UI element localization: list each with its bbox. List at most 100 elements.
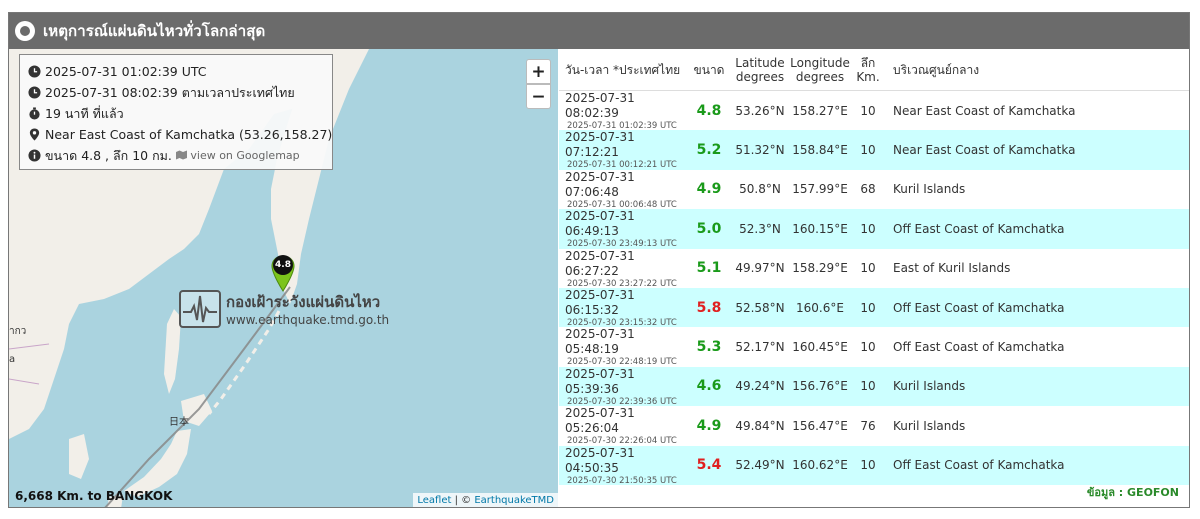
clock-icon xyxy=(28,86,41,99)
header-depth-line1: ลึก xyxy=(860,55,876,70)
row-magnitude: 5.1 xyxy=(696,260,722,277)
table-row[interactable]: 2025-07-31 05:39:36 2025-07-30 22:39:36 U… xyxy=(559,366,1189,407)
source-credit: ข้อมูล : GEOFON xyxy=(1086,486,1179,499)
quake-table: วัน-เวลา *ประเทศไทย ขนาด Latitude degree… xyxy=(559,49,1189,486)
row-time-cell: 2025-07-31 06:49:13 2025-07-30 23:49:13 U… xyxy=(559,209,687,249)
popup-magnitude-line: ขนาด 4.8 , ลึก 10 กม. view on Googlemap xyxy=(28,145,324,166)
row-latitude: 50.8°N xyxy=(739,182,781,197)
timer-icon xyxy=(29,107,40,120)
row-longitude: 158.84°E xyxy=(792,143,848,158)
row-utc-time: 2025-07-30 21:50:35 UTC xyxy=(567,475,677,486)
map-icon xyxy=(175,150,187,160)
row-magnitude: 4.8 xyxy=(696,102,722,119)
header-depth: ลึก Km. xyxy=(851,49,885,90)
distance-to-bangkok: 6,668 Km. to BANGKOK xyxy=(15,489,173,503)
row-magnitude: 5.0 xyxy=(696,220,722,237)
earthquaketmd-link[interactable]: EarthquakeTMD xyxy=(474,495,554,506)
row-magnitude: 4.9 xyxy=(696,181,722,198)
row-time-cell: 2025-07-31 06:27:22 2025-07-30 23:27:22 U… xyxy=(559,248,687,289)
view-googlemap-label: view on Googlemap xyxy=(190,149,300,162)
row-latitude: 52.58°N xyxy=(735,300,785,315)
row-time-cell: 2025-07-31 07:06:48 2025-07-31 00:06:48 U… xyxy=(559,169,687,210)
info-icon xyxy=(28,149,41,162)
watermark-thai: กองเฝ้าระวังแผ่นดินไหว xyxy=(226,293,381,311)
row-region: Off East Coast of Kamchatka xyxy=(893,340,1065,355)
row-local-time: 2025-07-31 07:06:48 xyxy=(565,169,635,199)
map-label-left2: a xyxy=(9,354,16,365)
header-lat-line2: degrees xyxy=(735,69,785,84)
popup-utc-line: 2025-07-31 01:02:39 UTC xyxy=(28,61,324,82)
map-pin-icon xyxy=(29,128,40,141)
row-depth: 10 xyxy=(860,340,876,355)
table-row[interactable]: 2025-07-31 06:27:22 2025-07-30 23:27:22 U… xyxy=(559,248,1189,289)
header-time: วัน-เวลา *ประเทศไทย xyxy=(565,62,681,77)
row-region: Kuril Islands xyxy=(893,182,966,197)
popup-location: Near East Coast of Kamchatka (53.26,158.… xyxy=(45,127,333,142)
row-time-cell: 2025-07-31 08:02:39 2025-07-31 01:02:39 U… xyxy=(559,91,687,131)
map-label-japan: 日本 xyxy=(169,417,189,428)
clock-icon xyxy=(28,65,41,78)
row-latitude: 52.49°N xyxy=(735,458,785,473)
header-lon-line1: Longitude xyxy=(790,55,850,70)
row-magnitude: 4.9 xyxy=(696,417,722,434)
widget-title: เหตุการณ์แผ่นดินไหวทั่วโลกล่าสุด xyxy=(43,22,266,40)
row-longitude: 160.62°E xyxy=(792,458,848,473)
header-longitude: Longitude degrees xyxy=(789,49,851,90)
attribution-separator: | © xyxy=(451,495,475,506)
popup-utc-time: 2025-07-31 01:02:39 UTC xyxy=(45,64,207,79)
table-row[interactable]: 2025-07-31 06:49:13 2025-07-30 23:49:13 U… xyxy=(559,209,1189,249)
popup-location-line: Near East Coast of Kamchatka (53.26,158.… xyxy=(28,124,332,145)
row-longitude: 156.76°E xyxy=(792,379,848,394)
row-depth: 10 xyxy=(860,103,876,118)
table-row[interactable]: 2025-07-31 04:50:35 2025-07-30 21:50:35 U… xyxy=(559,445,1189,486)
row-latitude: 49.24°N xyxy=(735,379,785,394)
row-magnitude: 5.8 xyxy=(696,299,722,316)
view-googlemap-link[interactable]: view on Googlemap xyxy=(175,149,300,162)
row-latitude: 49.84°N xyxy=(735,418,785,433)
popup-thai-line: 2025-07-31 08:02:39 ตามเวลาประเทศไทย xyxy=(28,82,324,103)
table-row[interactable]: 2025-07-31 07:06:48 2025-07-31 00:06:48 U… xyxy=(559,169,1189,210)
table-row[interactable]: 2025-07-31 05:26:04 2025-07-30 22:26:04 U… xyxy=(559,406,1189,446)
row-local-time: 2025-07-31 06:49:13 xyxy=(565,209,635,239)
row-time-cell: 2025-07-31 07:12:21 2025-07-31 00:12:21 U… xyxy=(559,130,687,170)
row-latitude: 49.97°N xyxy=(735,261,785,276)
row-local-time: 2025-07-31 06:27:22 xyxy=(565,248,635,278)
table-row[interactable]: 2025-07-31 05:48:19 2025-07-30 22:48:19 U… xyxy=(559,327,1189,367)
row-depth: 10 xyxy=(860,458,876,473)
row-region: Off East Coast of Kamchatka xyxy=(893,300,1065,315)
row-magnitude: 4.6 xyxy=(696,378,722,395)
seismograph-logo xyxy=(179,290,221,328)
row-depth: 10 xyxy=(860,379,876,394)
row-longitude: 160.45°E xyxy=(792,340,848,355)
popup-elapsed: 19 นาที ที่แล้ว xyxy=(45,105,124,121)
row-depth: 10 xyxy=(860,300,876,315)
table-row[interactable]: 2025-07-31 06:15:32 2025-07-30 23:15:32 U… xyxy=(559,287,1189,328)
zoom-out-button[interactable]: − xyxy=(526,84,551,109)
row-time-cell: 2025-07-31 04:50:35 2025-07-30 21:50:35 U… xyxy=(559,446,687,486)
row-latitude: 51.32°N xyxy=(735,143,785,158)
row-longitude: 160.6°E xyxy=(796,300,844,315)
map-label-left1: ากว xyxy=(9,326,27,337)
row-depth: 10 xyxy=(860,221,876,236)
row-latitude: 52.17°N xyxy=(735,340,785,355)
map-view[interactable]: ากว a 日本 2025-07-31 01:02:39 UTC 2025-07… xyxy=(9,49,558,507)
row-time-cell: 2025-07-31 05:39:36 2025-07-30 22:39:36 U… xyxy=(559,367,687,407)
leaflet-link[interactable]: Leaflet xyxy=(417,495,451,506)
map-attribution: Leaflet | © EarthquakeTMD xyxy=(413,493,558,507)
row-region: Kuril Islands xyxy=(893,418,966,433)
row-depth: 68 xyxy=(860,182,876,197)
popup-magnitude-depth: ขนาด 4.8 , ลึก 10 กม. xyxy=(45,147,172,163)
table-row[interactable]: 2025-07-31 07:12:21 2025-07-31 00:12:21 U… xyxy=(559,130,1189,170)
table-row[interactable]: 2025-07-31 08:02:39 2025-07-31 01:02:39 U… xyxy=(559,91,1189,131)
row-local-time: 2025-07-31 05:48:19 xyxy=(565,327,635,357)
title-bar: เหตุการณ์แผ่นดินไหวทั่วโลกล่าสุด xyxy=(9,13,1189,49)
zoom-in-button[interactable]: + xyxy=(526,59,551,84)
row-local-time: 2025-07-31 07:12:21 xyxy=(565,130,635,160)
row-longitude: 157.99°E xyxy=(792,182,848,197)
table-header: วัน-เวลา *ประเทศไทย ขนาด Latitude degree… xyxy=(559,49,1189,91)
header-region: บริเวณศูนย์กลาง xyxy=(893,62,980,77)
row-region: Near East Coast of Kamchatka xyxy=(893,143,1076,158)
popup-thai-time: 2025-07-31 08:02:39 ตามเวลาประเทศไทย xyxy=(45,84,295,100)
watermark-url: www.earthquake.tmd.go.th xyxy=(226,313,390,327)
row-longitude: 158.27°E xyxy=(792,103,848,118)
